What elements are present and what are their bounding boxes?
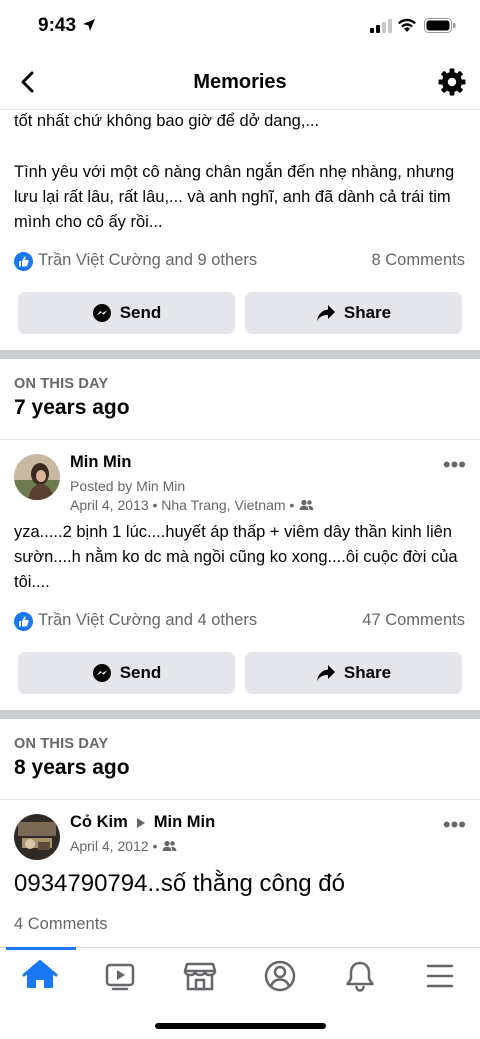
nav-bar: Memories (0, 52, 480, 110)
more-options-icon[interactable]: ••• (443, 454, 466, 476)
comments-count[interactable]: 8 Comments (371, 251, 465, 270)
share-arrow-icon (316, 305, 335, 321)
post-header: Cỏ Kim Min Min April 4, 2012 • ••• (0, 800, 480, 870)
like-reaction-icon (14, 252, 33, 271)
share-label: Share (343, 303, 392, 322)
post-author-line: Cỏ Kim Min Min (70, 813, 215, 832)
status-time: 9:43 (38, 15, 77, 36)
post-actions: Send Share (0, 282, 480, 350)
profile-icon[interactable] (260, 958, 300, 994)
messenger-icon (92, 664, 111, 682)
post-text: yza.....2 bịnh 1 lúc....huyết áp thấp + … (14, 523, 458, 591)
post-recipient[interactable]: Min Min (154, 813, 215, 832)
memories-feed[interactable]: tốt nhất chứ không bao giờ để dở dang,..… (0, 111, 480, 947)
more-options-icon[interactable]: ••• (443, 814, 466, 836)
post-header: Min Min Posted by Min Min April 4, 2013 … (0, 440, 480, 520)
reactions-row[interactable]: Trần Việt Cường and 4 others 47 Comments (0, 602, 480, 642)
send-label: Send (119, 303, 162, 322)
section-divider (0, 710, 480, 719)
friends-audience-icon (299, 499, 314, 510)
on-this-day-label: ON THIS DAY (14, 736, 109, 752)
post-date: April 4, 2012 • (70, 838, 158, 854)
messenger-icon (92, 304, 111, 322)
on-this-day-header: ON THIS DAY 7 years ago (0, 359, 480, 440)
send-button[interactable]: Send (18, 652, 235, 694)
cellular-signal-icon (370, 19, 392, 33)
wifi-icon (398, 18, 416, 32)
home-indicator[interactable] (155, 1023, 326, 1029)
share-label: Share (343, 663, 392, 682)
post-author[interactable]: Cỏ Kim (70, 813, 128, 832)
post-meta: April 4, 2012 • (70, 838, 177, 854)
reactions-names: Trần Việt Cường and 9 others (38, 251, 258, 269)
memory-post: Min Min Posted by Min Min April 4, 2013 … (0, 440, 480, 710)
section-divider (0, 350, 480, 359)
reactions-names: Trần Việt Cường and 4 others (38, 611, 258, 629)
battery-icon (424, 18, 456, 33)
home-icon[interactable] (20, 958, 60, 994)
status-bar: 9:43 (0, 0, 480, 52)
marketplace-icon[interactable] (180, 958, 220, 994)
post-actions: Send Share (0, 642, 480, 710)
on-this-day-label: ON THIS DAY (14, 376, 109, 392)
gear-icon[interactable] (437, 67, 467, 97)
reactions-row[interactable]: Trần Việt Cường and 9 others 8 Comments (0, 242, 480, 282)
menu-icon[interactable] (420, 958, 460, 994)
triangle-right-icon (136, 817, 145, 828)
years-ago-title: 8 years ago (14, 756, 130, 779)
post-meta: April 4, 2013 • Nha Trang, Vietnam • (70, 497, 314, 513)
on-this-day-header: ON THIS DAY 8 years ago (0, 719, 480, 800)
comments-count[interactable]: 4 Comments (0, 915, 480, 934)
send-label: Send (119, 663, 162, 682)
years-ago-title: 7 years ago (14, 396, 130, 419)
memory-post: Cỏ Kim Min Min April 4, 2012 • ••• 09347… (0, 800, 480, 934)
posted-by: Posted by Min Min (70, 478, 186, 494)
share-button[interactable]: Share (245, 652, 462, 694)
share-arrow-icon (316, 665, 335, 681)
post-text-top: tốt nhất chứ không bao giờ để dở dang,..… (14, 112, 320, 130)
watch-icon[interactable] (100, 958, 140, 994)
like-reaction-icon (14, 612, 33, 631)
post-author[interactable]: Min Min (70, 453, 131, 472)
location-arrow-icon (83, 19, 95, 31)
send-button[interactable]: Send (18, 292, 235, 334)
active-tab-indicator (6, 947, 76, 950)
friends-audience-icon (162, 840, 177, 851)
comments-count[interactable]: 47 Comments (362, 611, 465, 630)
share-button[interactable]: Share (245, 292, 462, 334)
post-date-location: April 4, 2013 • Nha Trang, Vietnam • (70, 497, 295, 513)
memory-post: tốt nhất chứ không bao giờ để dở dang,..… (0, 111, 480, 350)
avatar[interactable] (14, 814, 60, 860)
notifications-icon[interactable] (340, 958, 380, 994)
page-title: Memories (193, 71, 287, 93)
post-text: Tình yêu với một cô nàng chân ngắn đến n… (14, 163, 455, 231)
avatar[interactable] (14, 454, 60, 500)
post-text: 0934790794..số thằng công đó (14, 870, 345, 897)
